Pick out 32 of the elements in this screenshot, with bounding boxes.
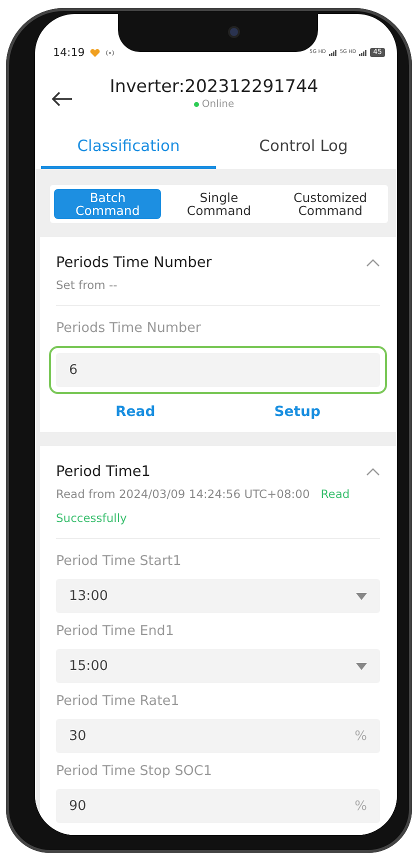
field-label: Period Time End1 [56,623,175,639]
chevron-icon[interactable] [366,259,380,267]
status-time: 14:19 [53,46,85,60]
command-type-button[interactable]: Customized Command [276,189,384,219]
back-icon[interactable] [51,90,73,107]
input-field[interactable]: 90 % [56,789,380,823]
unit-label: % [354,728,367,744]
field-label: Period Time Stop SOC1 [56,763,213,779]
unit-label: % [354,798,367,814]
field-label: Period Time Start1 [56,553,182,569]
camera-icon [228,26,240,38]
dropdown-field[interactable]: 15:00 [56,649,380,683]
input-field[interactable]: 30 % [56,719,380,753]
signal-icon [328,50,337,56]
card-subtitle: Set from -- [56,277,118,294]
chevron-icon[interactable] [366,468,380,476]
command-type-button[interactable]: Single Command [165,189,273,219]
status-text: Online [202,98,234,110]
card-title: Periods Time Number [56,255,212,271]
hotspot-icon [104,48,115,57]
card-title: Period Time1 [56,464,151,480]
tab[interactable]: Control Log [216,125,391,169]
device-title: Inverter:202312291744 [110,76,318,97]
card-subtitle: Read from 2024/03/09 14:24:56 UTC+08:00 Read Successfully [56,486,351,527]
caret-icon [356,662,367,670]
dropdown-field[interactable]: 13:00 [56,579,380,613]
caret-icon [356,592,367,600]
heart-icon [90,48,100,57]
signal-icon [359,50,368,56]
field-label: Periods Time Number [56,320,202,336]
input-field[interactable]: 6 [56,353,380,387]
field-label: Period Time Rate1 [56,693,180,709]
